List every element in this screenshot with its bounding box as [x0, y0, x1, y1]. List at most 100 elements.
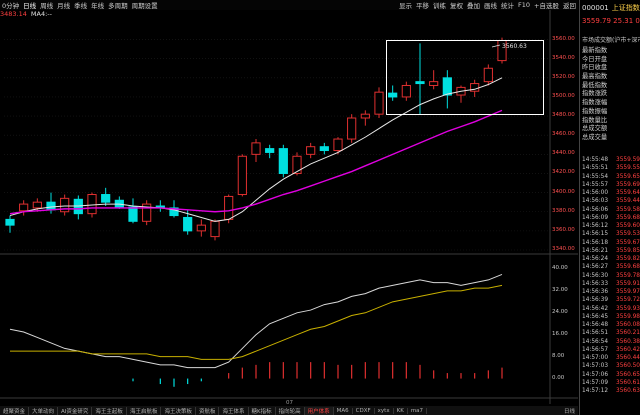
tick-row: 14:56:48 3560.08: [582, 321, 640, 329]
candle-body[interactable]: [306, 146, 316, 155]
candle-body[interactable]: [101, 194, 111, 203]
tick-row: 14:56:30 3559.78: [582, 272, 640, 280]
tick-time: 14:56:57: [582, 346, 609, 353]
indicator-tab[interactable]: 大单动向: [29, 406, 59, 415]
tick-time: 14:56:27: [582, 264, 609, 271]
indicator-tab[interactable]: 海王体系: [219, 406, 249, 415]
candle-body[interactable]: [237, 155, 247, 196]
candle-body[interactable]: [278, 148, 288, 174]
indicator-line-white: [9, 273, 503, 369]
tick-time: 14:55:51: [582, 165, 609, 172]
candle-body[interactable]: [292, 155, 302, 174]
tick-price: 3559.97: [616, 289, 640, 296]
tick-time: 14:57:03: [582, 363, 609, 370]
tick-row: 14:56:54 3560.38: [582, 338, 640, 346]
price-tick: 3540.00: [552, 54, 575, 61]
tick-row: 14:55:48 3559.59: [582, 156, 640, 164]
indicator-tick: 8.00: [552, 352, 565, 359]
tick-row: 14:57:06 3560.65: [582, 371, 640, 379]
tick-price: 3560.63: [616, 388, 640, 395]
tick-price: 3559.65: [616, 173, 640, 180]
candle-body[interactable]: [210, 220, 220, 238]
tick-time: 14:56:30: [582, 272, 609, 279]
price-tick: 3520.00: [552, 73, 575, 80]
indicator-tab[interactable]: 海王决策板: [161, 406, 196, 415]
quote-field-label: 最高指数: [582, 73, 608, 81]
tick-time: 14:56:42: [582, 305, 609, 312]
candle-body[interactable]: [87, 194, 97, 215]
indicator-tab[interactable]: 海王启航板: [127, 406, 162, 415]
tick-time: 14:57:06: [582, 371, 609, 378]
indicator-tab[interactable]: KK: [394, 407, 408, 414]
quote-field-label: 昨日收盘: [582, 64, 608, 72]
tick-price: 3559.82: [616, 256, 640, 263]
candle-body[interactable]: [251, 142, 261, 155]
tick-time: 14:56:39: [582, 297, 609, 304]
indicator-tab[interactable]: 糖K指标: [249, 406, 276, 415]
indicator-tab[interactable]: MA6: [334, 407, 353, 414]
tick-price: 3559.53: [616, 231, 640, 238]
tick-row: 14:56:27 3559.68: [582, 263, 640, 271]
candle-body[interactable]: [224, 195, 234, 220]
indicator-line-yellow: [10, 284, 503, 360]
candle-body[interactable]: [196, 224, 206, 232]
candle-body[interactable]: [265, 148, 275, 153]
indicator-tab[interactable]: 用户体系: [304, 406, 334, 415]
quote-field-label: 总成交额: [582, 125, 608, 133]
tick-time: 14:56:21: [582, 247, 609, 254]
tick-time: 14:56:12: [582, 223, 609, 230]
indicator-tab[interactable]: 海王主起板: [92, 406, 127, 415]
tick-time: 14:56:09: [582, 214, 609, 221]
price-axis: 3560.00 3540.00 3520.00 3500.00 3480.00 3460.…: [552, 0, 578, 410]
candle-body[interactable]: [19, 203, 29, 212]
tick-price: 3559.93: [616, 305, 640, 312]
candle-body[interactable]: [5, 218, 15, 226]
candle-body[interactable]: [32, 201, 42, 209]
indicator-tick: 32.00: [552, 286, 568, 293]
candle-body[interactable]: [333, 138, 343, 152]
candle-body[interactable]: [183, 216, 193, 232]
price-tick: 3500.00: [552, 92, 575, 99]
tick-row: 14:56:15 3559.53: [582, 230, 640, 238]
candle-body[interactable]: [374, 91, 384, 115]
tick-time: 14:56:00: [582, 190, 609, 197]
highlight-price-label: 3560.63: [502, 43, 527, 50]
stock-code: 000001 上证指数: [582, 3, 640, 13]
tick-time: 14:56:03: [582, 198, 609, 205]
tick-table[interactable]: 14:55:48 3559.59 14:55:51 3559.55 14:55:54 35…: [582, 156, 640, 395]
price-tick: 3460.00: [552, 131, 575, 138]
tick-time: 14:56:45: [582, 313, 609, 320]
candle-body[interactable]: [46, 201, 56, 211]
candle-body[interactable]: [347, 117, 357, 140]
tick-price: 3560.65: [616, 371, 640, 378]
quote-field-label: 指数振幅: [582, 107, 608, 115]
tick-row: 14:56:00 3559.64: [582, 189, 640, 197]
tick-price: 3559.68: [616, 264, 640, 271]
quote-field-label: 最低指数: [582, 81, 608, 89]
candle-body[interactable]: [360, 113, 370, 119]
price-tick: 3400.00: [552, 188, 575, 195]
indicator-tab[interactable]: ma7: [408, 407, 428, 414]
indicator-tab[interactable]: 资航板: [196, 406, 220, 415]
tick-row: 14:56:09 3559.68: [582, 214, 640, 222]
indicator-tab[interactable]: 超聚资金: [0, 406, 30, 415]
indicator-tab[interactable]: xytx: [375, 407, 394, 414]
tick-time: 14:56:51: [582, 330, 609, 337]
indicator-tab[interactable]: CDXF: [353, 407, 375, 414]
turnover-desc: 市场成交额(沪市+深市: [582, 37, 640, 44]
indicator-tab[interactable]: 指向轮高: [276, 406, 305, 415]
quote-field-list: 最新指数 今日开盘 昨日收盘 最高指数 最低指数 指数涨跌 指数涨幅 指数振幅 指数量比 总成交额…: [582, 45, 607, 141]
indicator-tabs: 超聚资金 大单动向 AI资金研究 海王主起板 海王启航板 海王决策板 资航板 海王体系 糖K指标…: [0, 406, 578, 415]
quote-field-label: 总成交量: [582, 133, 608, 141]
tick-time: 14:56:36: [582, 289, 609, 296]
price-tick: 3360.00: [552, 226, 575, 233]
tick-row: 14:56:42 3559.93: [582, 305, 640, 313]
tick-row: 14:55:54 3559.65: [582, 173, 640, 181]
tick-price: 3559.72: [616, 297, 640, 304]
candle-body[interactable]: [319, 146, 329, 152]
indicator-tab[interactable]: AI资金研究: [58, 406, 93, 415]
tick-row: 14:55:57 3559.69: [582, 181, 640, 189]
tick-row: 14:56:33 3559.91: [582, 280, 640, 288]
indicator-tick: 0.00: [552, 374, 565, 381]
candle-body[interactable]: [128, 206, 138, 222]
